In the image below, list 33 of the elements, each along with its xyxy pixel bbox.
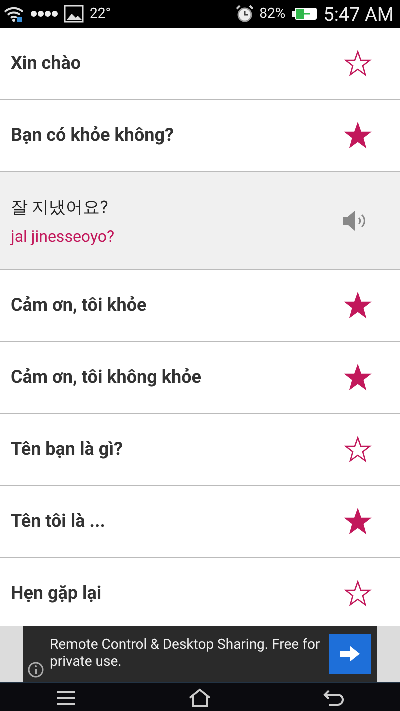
star-outline-icon[interactable]	[344, 436, 372, 463]
signal-dots-icon	[30, 10, 58, 18]
star-outline-icon[interactable]	[344, 580, 372, 607]
battery-icon	[292, 7, 318, 21]
battery-percent: 82%	[260, 6, 286, 22]
alarm-clock-icon	[236, 5, 254, 23]
phrase-text[interactable]: Hẹn gặp lại	[11, 583, 102, 604]
ad-banner[interactable]: Remote Control & Desktop Sharing. Free for private use.	[23, 626, 377, 682]
star-outline-icon[interactable]	[344, 50, 372, 77]
wifi-icon	[4, 6, 24, 22]
info-icon[interactable]	[27, 661, 45, 679]
star-filled-icon[interactable]	[344, 364, 372, 391]
phrase-text[interactable]: Tên tôi là ...	[11, 511, 106, 532]
ad-text: Remote Control & Desktop Sharing. Free for private use.	[50, 637, 321, 671]
image-icon	[64, 5, 84, 23]
phrase-text: 잘 지냈어요?	[11, 196, 110, 218]
temperature: 22°	[90, 6, 111, 22]
star-filled-icon[interactable]	[344, 292, 372, 319]
ad-open-button[interactable]	[329, 634, 371, 674]
star-filled-icon[interactable]	[344, 122, 372, 149]
menu-icon[interactable]	[55, 690, 78, 706]
phrase-text[interactable]: Xin chào	[11, 53, 82, 74]
phrase-text[interactable]: Cảm ơn, tôi không khỏe	[11, 367, 202, 388]
home-icon[interactable]	[188, 688, 212, 708]
phrase-text[interactable]: Tên bạn là gì?	[11, 439, 123, 460]
back-icon[interactable]	[322, 688, 345, 706]
star-filled-icon[interactable]	[344, 508, 372, 535]
expanded-phrase-row[interactable]: 잘 지냈어요? jal jinesseoyo?	[0, 172, 400, 270]
phrase-text[interactable]: Bạn có khỏe không?	[11, 125, 174, 146]
phrase-text[interactable]: Cảm ơn, tôi khỏe	[11, 295, 147, 316]
arrow-right-icon	[339, 645, 361, 663]
romanization-text: jal jinesseoyo?	[11, 226, 115, 246]
clock-time: 5:47 AM	[324, 2, 394, 26]
